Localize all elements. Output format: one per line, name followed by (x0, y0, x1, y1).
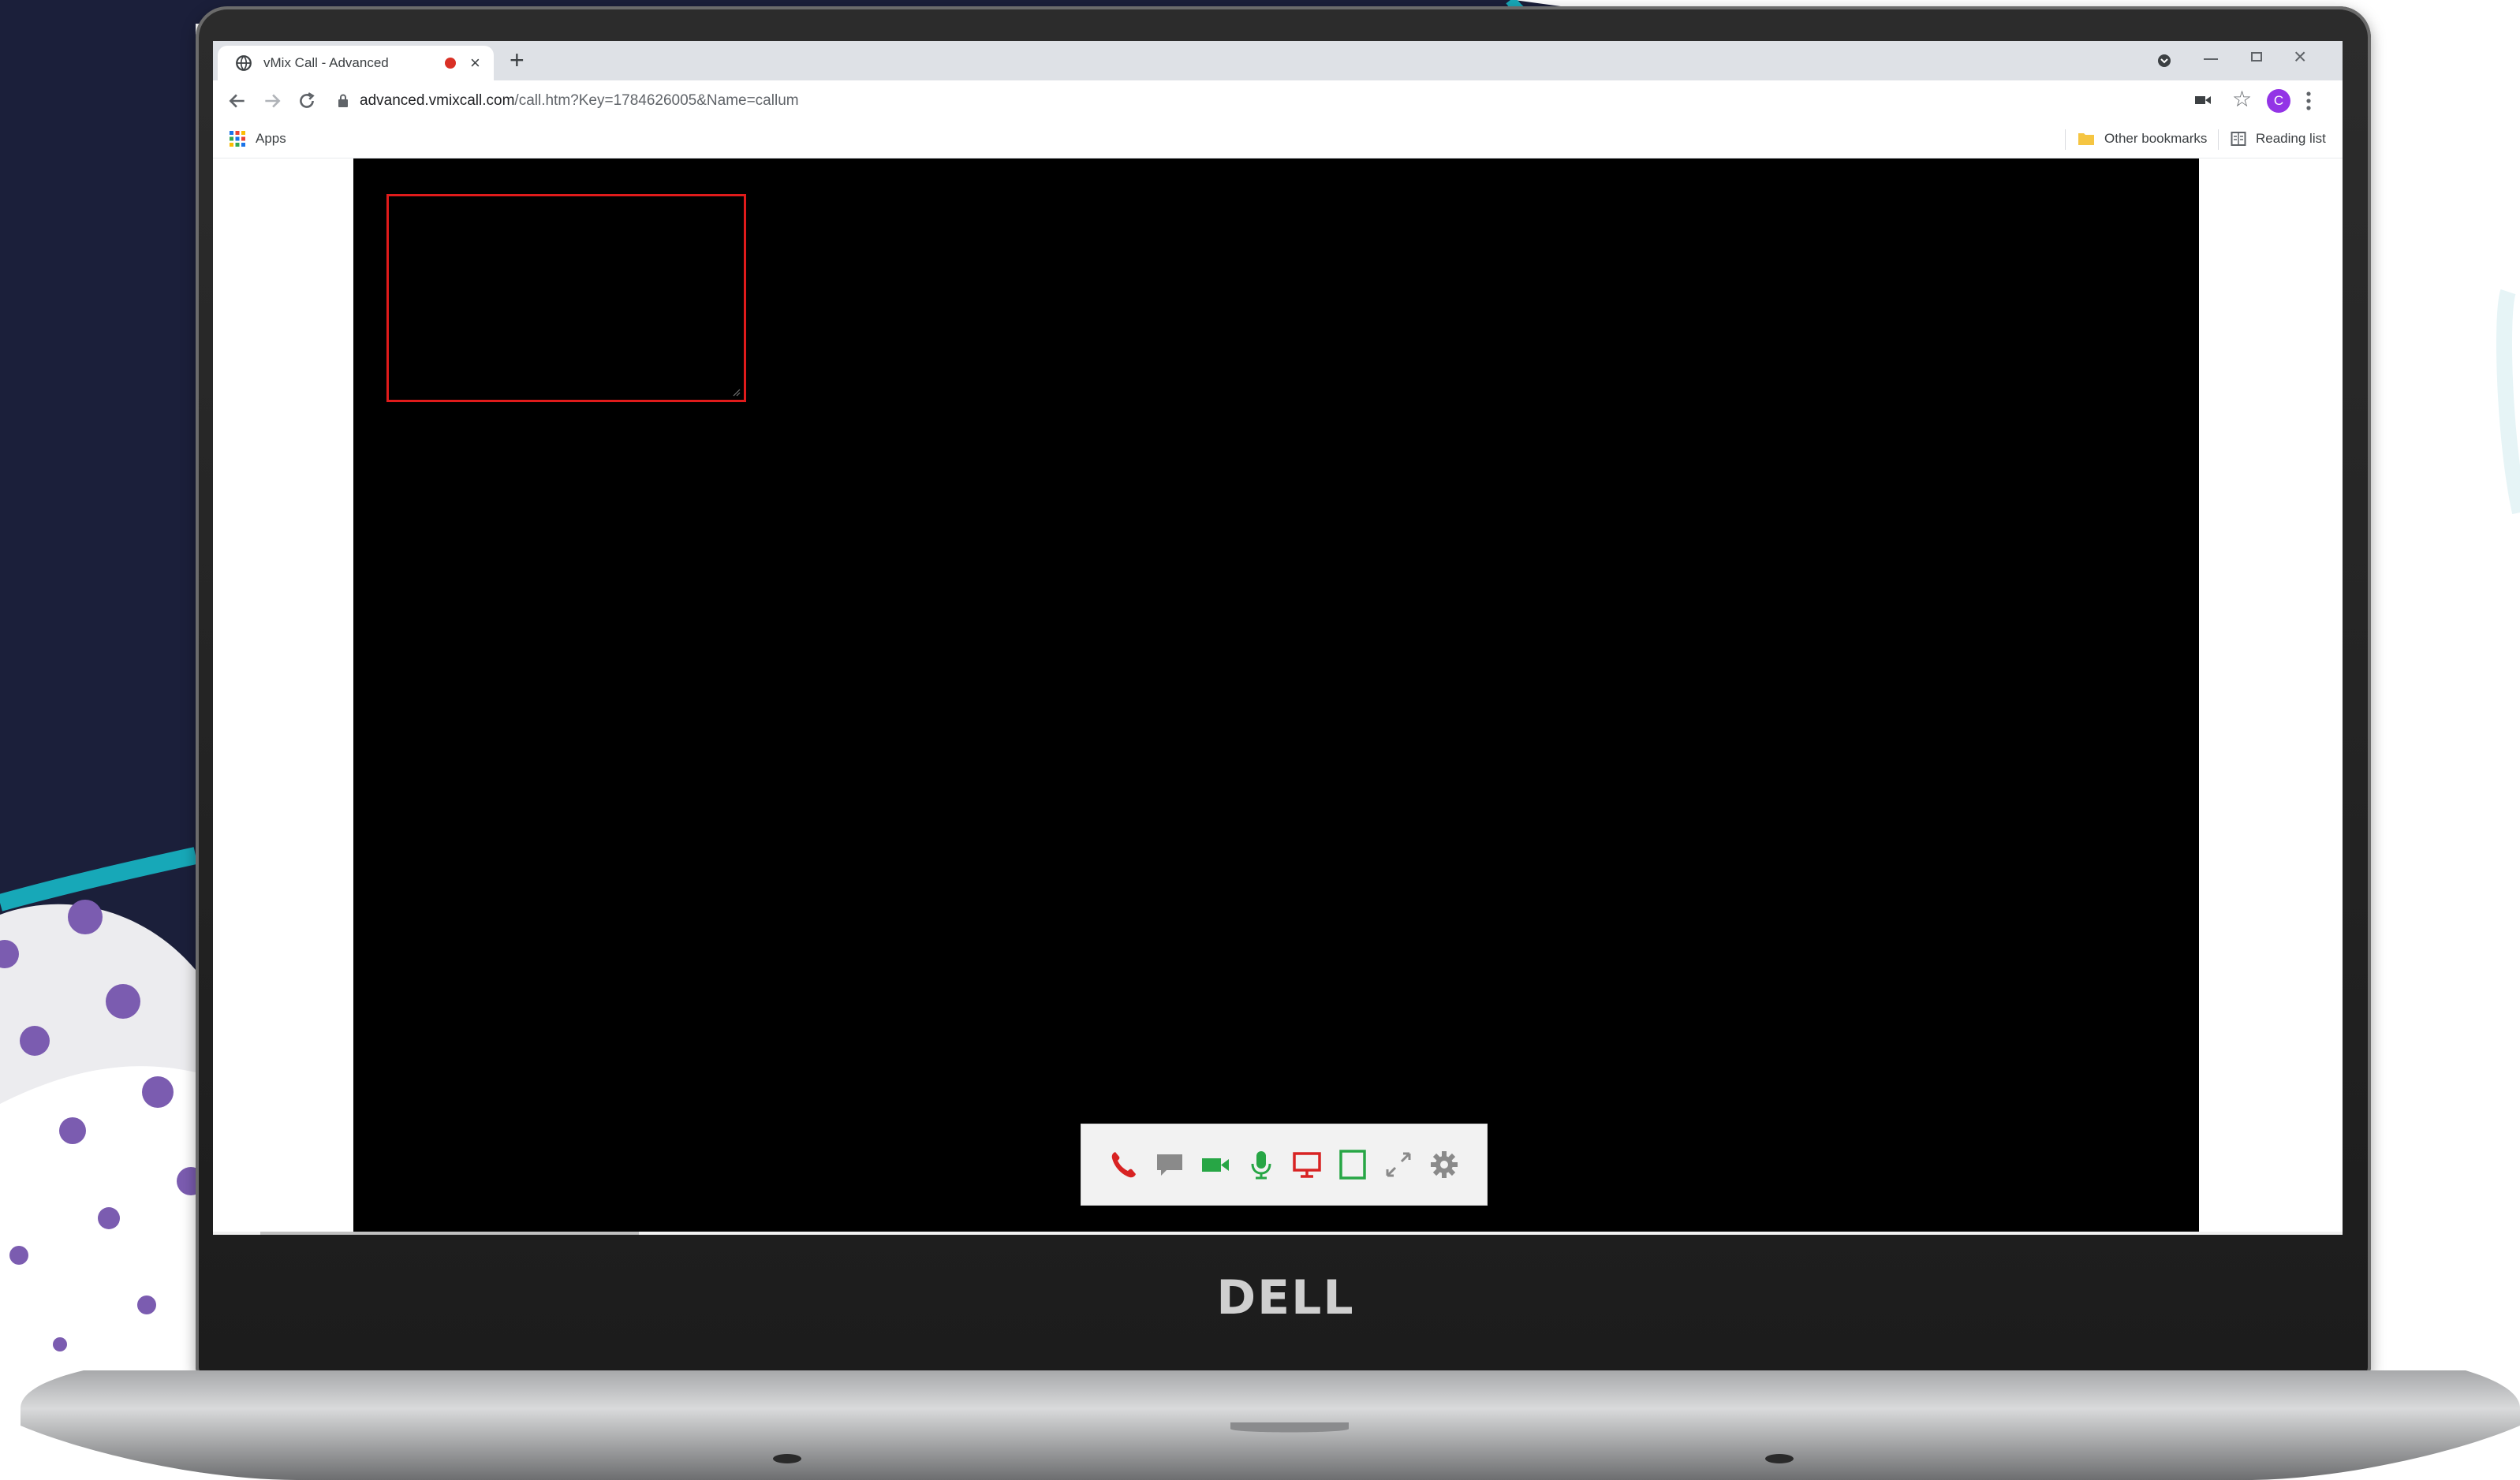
settings-icon (1431, 1151, 1458, 1178)
bookmark-star-icon[interactable]: ☆ (2232, 88, 2252, 110)
web-viewport (213, 158, 2343, 1235)
bookmark-divider (2218, 129, 2219, 150)
forward-icon[interactable] (262, 91, 282, 111)
bookmarks-bar: Apps Other bookmarks Reading list (213, 121, 2343, 158)
fullscreen-button[interactable] (1381, 1147, 1416, 1182)
tab-title: vMix Call - Advanced (263, 55, 389, 70)
close-icon[interactable]: × (470, 54, 480, 72)
lock-icon[interactable] (338, 94, 349, 108)
dell-logo: DELL (1216, 1270, 1355, 1325)
camera-icon (1202, 1158, 1229, 1172)
hangup-icon (1111, 1152, 1136, 1178)
reading-list[interactable]: Reading list (2256, 131, 2326, 147)
screen-share-icon (1293, 1152, 1321, 1178)
url-path: /call.htm?Key=1784626005&Name=callum (514, 92, 799, 109)
apps-grid-icon[interactable] (229, 130, 246, 147)
url-host: advanced.vmixcall.com (360, 92, 515, 109)
kebab-menu-icon[interactable] (2306, 90, 2311, 112)
folder-icon[interactable] (2078, 131, 2095, 147)
camera-toggle-button[interactable] (1198, 1147, 1233, 1182)
tab-search-icon[interactable] (2156, 53, 2172, 69)
record-icon (445, 58, 456, 69)
laptop-base (21, 1370, 2520, 1480)
call-controls-bar (1081, 1124, 1488, 1206)
globe-icon (236, 55, 252, 71)
address-bar[interactable]: advanced.vmixcall.com/call.htm?Key=17846… (331, 86, 2303, 116)
browser-tab-bar: vMix Call - Advanced × + × (213, 41, 2343, 80)
local-preview-video[interactable] (386, 194, 746, 402)
remote-video[interactable] (353, 158, 2199, 1235)
back-icon[interactable] (227, 91, 248, 111)
profile-avatar[interactable]: C (2267, 89, 2290, 113)
restore-icon[interactable] (2251, 52, 2262, 62)
plus-icon[interactable]: + (510, 47, 525, 73)
browser-toolbar: advanced.vmixcall.com/call.htm?Key=17846… (213, 80, 2343, 121)
screen-share-button[interactable] (1290, 1147, 1324, 1182)
minimize-icon[interactable] (2204, 58, 2218, 60)
resize-grip-icon[interactable] (731, 387, 741, 397)
apps-bookmark[interactable]: Apps (256, 131, 286, 147)
window-close-icon[interactable]: × (2294, 46, 2306, 68)
laptop-screen: vMix Call - Advanced × + × advanced.vmix… (213, 41, 2343, 1235)
browser-tab[interactable]: vMix Call - Advanced × (218, 46, 494, 80)
microphone-icon (1251, 1151, 1271, 1180)
teal-arc-right (2496, 289, 2520, 515)
settings-button[interactable] (1427, 1147, 1462, 1182)
scrollbar-thumb[interactable] (260, 1232, 639, 1235)
other-bookmarks[interactable]: Other bookmarks (2104, 131, 2207, 147)
fullscreen-icon (1386, 1152, 1411, 1177)
url-text: advanced.vmixcall.com/call.htm?Key=17846… (360, 92, 799, 110)
reload-icon[interactable] (297, 91, 317, 111)
camera-in-use-icon[interactable] (2194, 93, 2212, 107)
layout-icon (1339, 1150, 1366, 1180)
microphone-toggle-button[interactable] (1244, 1147, 1279, 1182)
horizontal-scrollbar[interactable] (213, 1232, 2343, 1235)
chat-button[interactable] (1152, 1147, 1187, 1182)
bookmark-divider (2065, 129, 2066, 150)
layout-button[interactable] (1335, 1147, 1370, 1182)
reading-list-icon[interactable] (2231, 131, 2246, 147)
hangup-button[interactable] (1107, 1147, 1141, 1182)
chat-icon (1157, 1154, 1182, 1176)
